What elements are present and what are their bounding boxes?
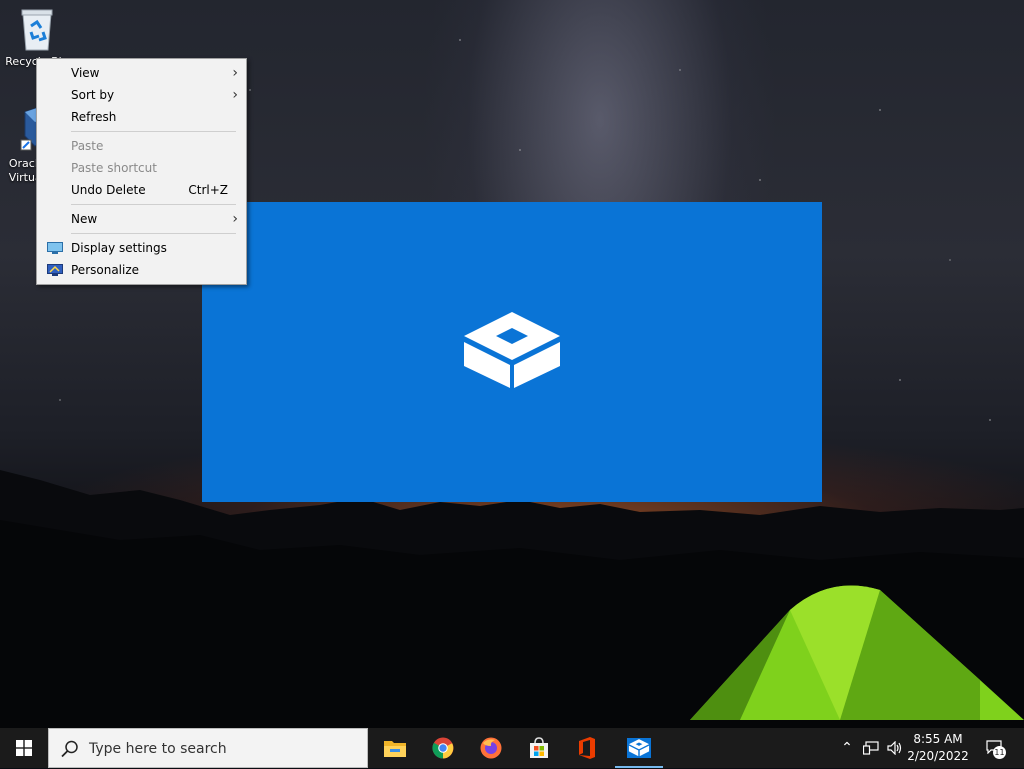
menu-item-paste: Paste bbox=[37, 135, 246, 157]
taskbar-app-microsoft-store[interactable] bbox=[515, 728, 563, 768]
menu-item-label: Refresh bbox=[71, 110, 117, 124]
taskbar-search-box[interactable]: Type here to search bbox=[48, 728, 368, 768]
search-icon bbox=[61, 740, 78, 758]
taskbar-clock[interactable]: 8:55 AM 2/20/2022 bbox=[900, 728, 976, 768]
taskbar: Type here to search ⌃ 8:55 AM 2/20/2022 … bbox=[0, 728, 1024, 768]
menu-item-label: Paste shortcut bbox=[71, 161, 157, 175]
menu-item-refresh[interactable]: Refresh bbox=[37, 106, 246, 128]
chevron-right-icon: › bbox=[232, 211, 238, 227]
network-button[interactable] bbox=[860, 728, 882, 768]
tent-graphic bbox=[690, 585, 1024, 720]
chevron-up-icon: ⌃ bbox=[841, 740, 853, 756]
menu-item-label: New bbox=[71, 212, 98, 226]
clock-time: 8:55 AM bbox=[913, 732, 963, 746]
search-placeholder: Type here to search bbox=[89, 741, 227, 757]
taskbar-app-chrome[interactable] bbox=[419, 728, 467, 768]
menu-separator bbox=[71, 233, 236, 234]
display-settings-icon bbox=[47, 242, 63, 254]
office-icon bbox=[579, 737, 595, 759]
menu-item-label: Personalize bbox=[71, 263, 140, 277]
menu-item-label: Display settings bbox=[71, 241, 167, 255]
action-center-button[interactable]: 11 bbox=[980, 728, 1010, 768]
menu-item-personalize[interactable]: Personalize bbox=[37, 259, 246, 281]
taskbar-app-windows-sandbox[interactable] bbox=[615, 728, 663, 768]
menu-item-label: Paste bbox=[71, 139, 104, 153]
sandbox-icon bbox=[627, 738, 651, 758]
menu-item-undo-delete[interactable]: Undo Delete Ctrl+Z bbox=[37, 179, 246, 201]
menu-separator bbox=[71, 131, 236, 132]
menu-separator bbox=[71, 204, 236, 205]
menu-item-label: View bbox=[71, 66, 100, 80]
menu-item-shortcut: Ctrl+Z bbox=[188, 183, 228, 197]
menu-item-paste-shortcut: Paste shortcut bbox=[37, 157, 246, 179]
chrome-icon bbox=[432, 737, 454, 759]
network-icon bbox=[863, 741, 879, 755]
folder-icon bbox=[384, 741, 406, 757]
windows-logo-icon bbox=[16, 740, 32, 756]
menu-item-display-settings[interactable]: Display settings bbox=[37, 237, 246, 259]
windows-sandbox-splash bbox=[202, 202, 822, 502]
show-hidden-icons-button[interactable]: ⌃ bbox=[838, 728, 856, 768]
taskbar-app-file-explorer[interactable] bbox=[371, 728, 419, 768]
notification-count-badge: 11 bbox=[993, 746, 1006, 759]
taskbar-app-firefox[interactable] bbox=[467, 728, 515, 768]
menu-item-sort-by[interactable]: Sort by › bbox=[37, 84, 246, 106]
chevron-right-icon: › bbox=[232, 65, 238, 81]
taskbar-app-office[interactable] bbox=[563, 728, 611, 768]
personalize-icon bbox=[47, 264, 63, 276]
clock-date: 2/20/2022 bbox=[907, 749, 969, 763]
sandbox-icon bbox=[464, 312, 560, 388]
chevron-right-icon: › bbox=[232, 87, 238, 103]
menu-item-view[interactable]: View › bbox=[37, 62, 246, 84]
menu-item-new[interactable]: New › bbox=[37, 208, 246, 230]
store-icon bbox=[530, 737, 548, 758]
start-button[interactable] bbox=[0, 728, 48, 768]
firefox-icon bbox=[480, 737, 502, 759]
menu-item-label: Sort by bbox=[71, 88, 115, 102]
desktop-context-menu: View › Sort by › Refresh Paste Paste sho… bbox=[36, 58, 247, 285]
recycle-bin-icon bbox=[21, 9, 53, 51]
menu-item-label: Undo Delete bbox=[71, 183, 146, 197]
